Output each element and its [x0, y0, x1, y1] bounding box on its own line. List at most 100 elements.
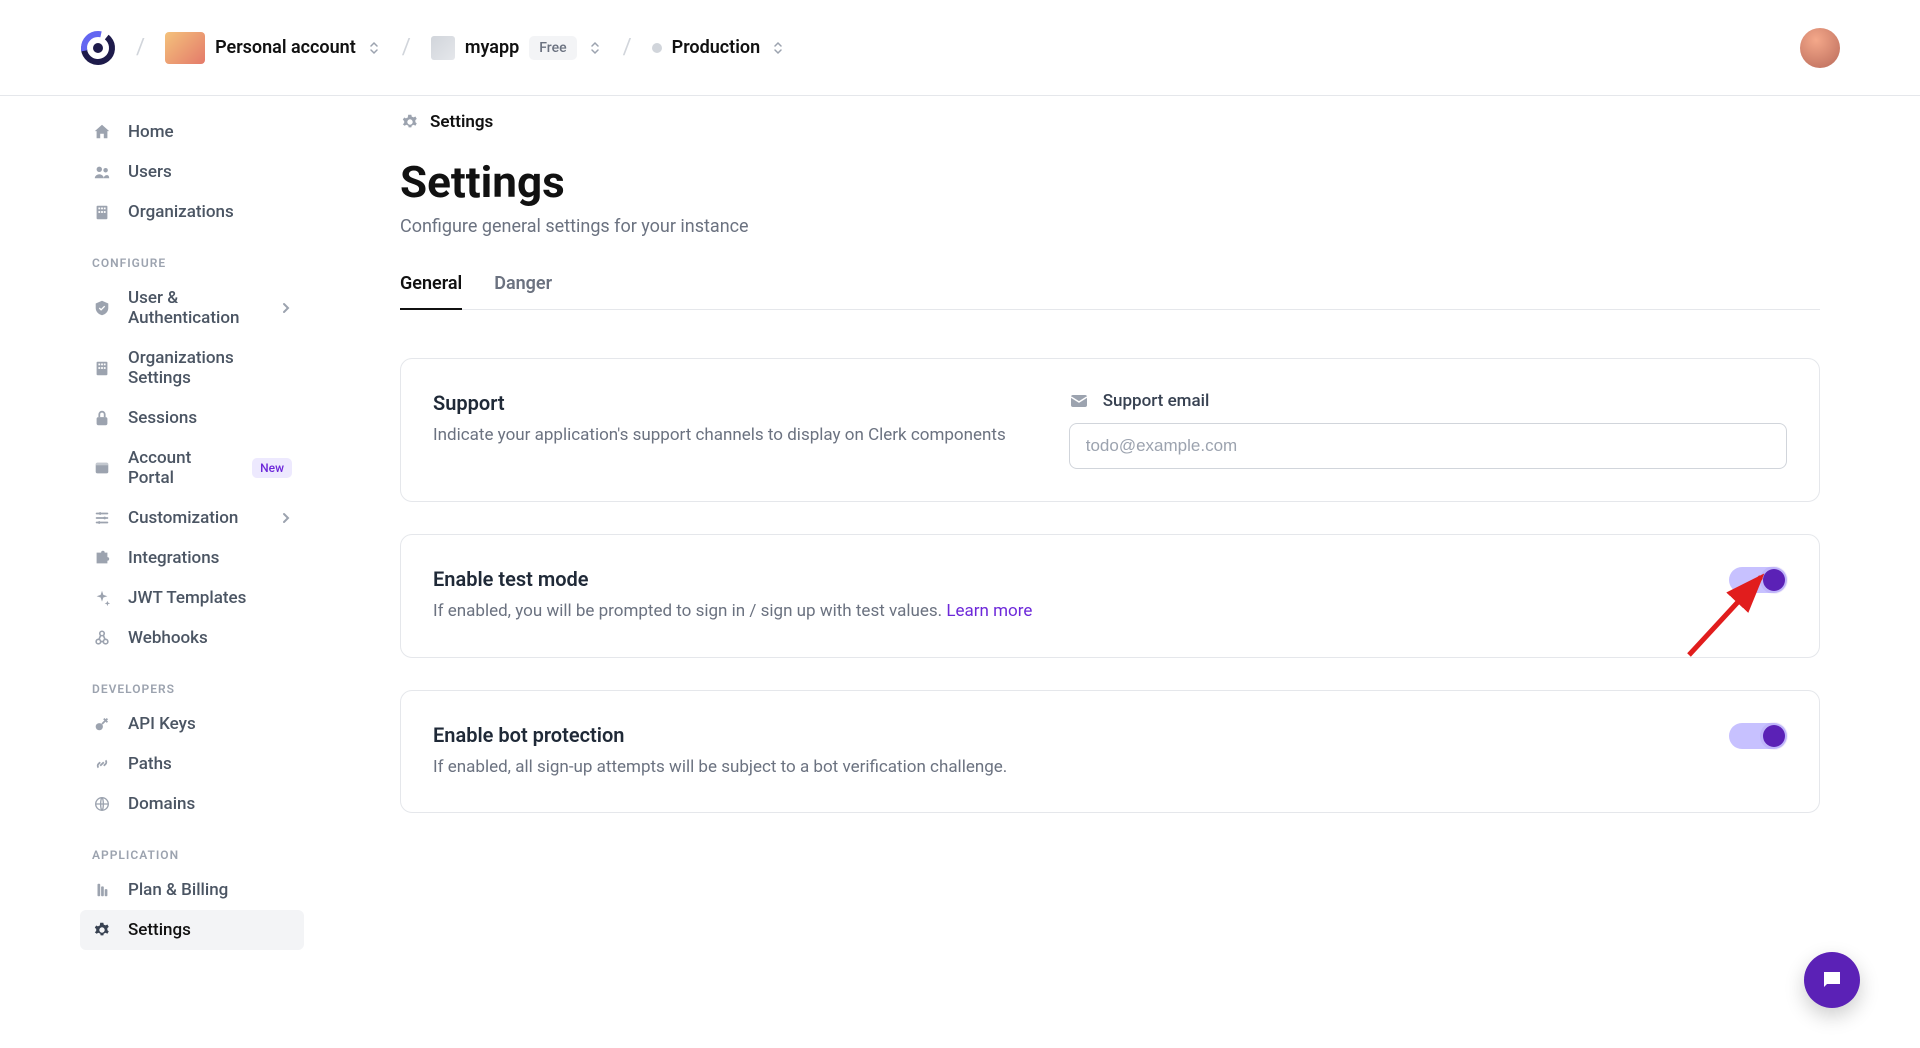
bot-protection-toggle[interactable]	[1729, 723, 1787, 749]
chevron-right-icon	[280, 512, 292, 524]
bot-protection-desc: If enabled, all sign-up attempts will be…	[433, 755, 1007, 781]
chevron-right-icon	[280, 302, 292, 314]
page-crumb-label: Settings	[430, 112, 493, 132]
support-email-input[interactable]	[1069, 423, 1787, 469]
test-mode-title: Enable test mode	[433, 567, 1032, 591]
sidebar-item-webhooks[interactable]: Webhooks	[80, 618, 304, 658]
sidebar-item-label: Plan & Billing	[128, 880, 228, 900]
sidebar-item-label: Organizations Settings	[128, 348, 292, 388]
plan-badge: Free	[529, 36, 576, 60]
building-icon	[92, 358, 112, 378]
portal-icon	[92, 458, 112, 478]
sidebar-item-label: Paths	[128, 754, 172, 774]
shield-icon	[92, 298, 112, 318]
breadcrumb-separator: /	[402, 35, 411, 60]
sidebar-item-account-portal[interactable]: Account Portal New	[80, 438, 304, 498]
sidebar-item-home[interactable]: Home	[80, 112, 304, 152]
breadcrumb-separator: /	[623, 35, 632, 60]
up-down-icon	[770, 40, 786, 56]
topbar: / Personal account / myapp Free / Produc…	[0, 0, 1920, 96]
up-down-icon	[366, 40, 382, 56]
key-icon	[92, 714, 112, 734]
link-icon	[92, 754, 112, 774]
support-email-label: Support email	[1103, 391, 1210, 411]
breadcrumb-separator: /	[136, 35, 145, 60]
sidebar: Home Users Organizations CONFIGURE User & …	[0, 96, 384, 1048]
sidebar-item-label: Sessions	[128, 408, 197, 428]
account-switcher[interactable]: Personal account	[165, 32, 382, 64]
sidebar-item-label: Domains	[128, 794, 195, 814]
support-desc: Indicate your application's support chan…	[433, 423, 1029, 449]
sparkle-icon	[92, 588, 112, 608]
sidebar-item-label: Users	[128, 162, 172, 182]
sidebar-item-label: Account Portal	[128, 448, 236, 488]
mail-icon	[1069, 391, 1089, 411]
app-switcher[interactable]: myapp Free	[431, 36, 603, 60]
lock-icon	[92, 408, 112, 428]
sidebar-item-organizations[interactable]: Organizations	[80, 192, 304, 232]
sidebar-item-label: JWT Templates	[128, 588, 246, 608]
app-name: myapp	[465, 37, 519, 58]
users-icon	[92, 162, 112, 182]
sidebar-item-customization[interactable]: Customization	[80, 498, 304, 538]
page-subtitle: Configure general settings for your inst…	[400, 216, 1820, 237]
sidebar-item-sessions[interactable]: Sessions	[80, 398, 304, 438]
bot-protection-card: Enable bot protection If enabled, all si…	[400, 690, 1820, 814]
env-status-icon	[652, 43, 662, 53]
test-mode-card: Enable test mode If enabled, you will be…	[400, 534, 1820, 658]
clerk-logo[interactable]	[80, 30, 116, 66]
breadcrumb: / Personal account / myapp Free / Produc…	[80, 30, 786, 66]
billing-icon	[92, 880, 112, 900]
webhook-icon	[92, 628, 112, 648]
environment-switcher[interactable]: Production	[652, 37, 787, 58]
sidebar-item-organizations-settings[interactable]: Organizations Settings	[80, 338, 304, 398]
main-content: Settings Settings Configure general sett…	[384, 96, 1920, 1048]
sidebar-item-settings[interactable]: Settings	[80, 910, 304, 950]
app-icon	[431, 36, 455, 60]
account-label: Personal account	[215, 37, 356, 58]
user-avatar[interactable]	[1800, 28, 1840, 68]
up-down-icon	[587, 40, 603, 56]
tab-danger[interactable]: Danger	[494, 273, 552, 309]
bot-protection-title: Enable bot protection	[433, 723, 1007, 747]
building-icon	[92, 202, 112, 222]
sidebar-item-plan-billing[interactable]: Plan & Billing	[80, 870, 304, 910]
learn-more-link[interactable]: Learn more	[946, 601, 1032, 621]
sidebar-item-users[interactable]: Users	[80, 152, 304, 192]
gear-icon	[92, 920, 112, 940]
sidebar-item-label: Customization	[128, 508, 238, 528]
page-title: Settings	[400, 156, 1820, 208]
sliders-icon	[92, 508, 112, 528]
home-icon	[92, 122, 112, 142]
sidebar-item-label: User & Authentication	[128, 288, 264, 328]
test-mode-toggle[interactable]	[1729, 567, 1787, 593]
support-card: Support Indicate your application's supp…	[400, 358, 1820, 502]
nav-group-developers: DEVELOPERS	[80, 658, 304, 704]
account-avatar-icon	[165, 32, 205, 64]
nav-group-application: APPLICATION	[80, 824, 304, 870]
chat-fab[interactable]	[1804, 952, 1860, 1008]
sidebar-item-jwt-templates[interactable]: JWT Templates	[80, 578, 304, 618]
page-crumb: Settings	[400, 112, 1820, 132]
sidebar-item-user-authentication[interactable]: User & Authentication	[80, 278, 304, 338]
new-badge: New	[252, 458, 292, 478]
sidebar-item-label: Webhooks	[128, 628, 208, 648]
puzzle-icon	[92, 548, 112, 568]
gear-icon	[400, 112, 420, 132]
sidebar-item-label: Organizations	[128, 202, 234, 222]
sidebar-item-integrations[interactable]: Integrations	[80, 538, 304, 578]
support-title: Support	[433, 391, 1029, 415]
env-label: Production	[672, 37, 761, 58]
tabs: General Danger	[400, 273, 1820, 310]
sidebar-item-label: Integrations	[128, 548, 219, 568]
test-mode-desc: If enabled, you will be prompted to sign…	[433, 599, 1032, 625]
tab-general[interactable]: General	[400, 273, 462, 310]
sidebar-item-domains[interactable]: Domains	[80, 784, 304, 824]
sidebar-item-label: Home	[128, 122, 174, 142]
sidebar-item-label: Settings	[128, 920, 191, 940]
nav-group-configure: CONFIGURE	[80, 232, 304, 278]
sidebar-item-api-keys[interactable]: API Keys	[80, 704, 304, 744]
sidebar-item-label: API Keys	[128, 714, 196, 734]
globe-icon	[92, 794, 112, 814]
sidebar-item-paths[interactable]: Paths	[80, 744, 304, 784]
